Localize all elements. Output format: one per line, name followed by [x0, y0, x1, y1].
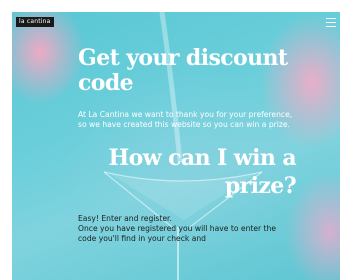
- instructions-paragraph: Easy! Enter and register. Once you have …: [78, 214, 296, 244]
- instructions-line-2: Once you have registered you will have t…: [78, 224, 277, 243]
- page-title: Get your discount code: [78, 45, 288, 96]
- brand-logo[interactable]: la cantina: [16, 17, 54, 27]
- page: la cantina Get your discount code At La …: [0, 0, 340, 280]
- hamburger-menu-icon[interactable]: [326, 18, 336, 27]
- hero-content: Get your discount code At La Cantina we …: [78, 45, 297, 244]
- intro-paragraph: At La Cantina we want to thank you for y…: [78, 110, 293, 129]
- section-title: How can I win a prize?: [108, 145, 296, 199]
- instructions-line-1: Easy! Enter and register.: [78, 214, 172, 223]
- hero-section: la cantina Get your discount code At La …: [12, 12, 340, 280]
